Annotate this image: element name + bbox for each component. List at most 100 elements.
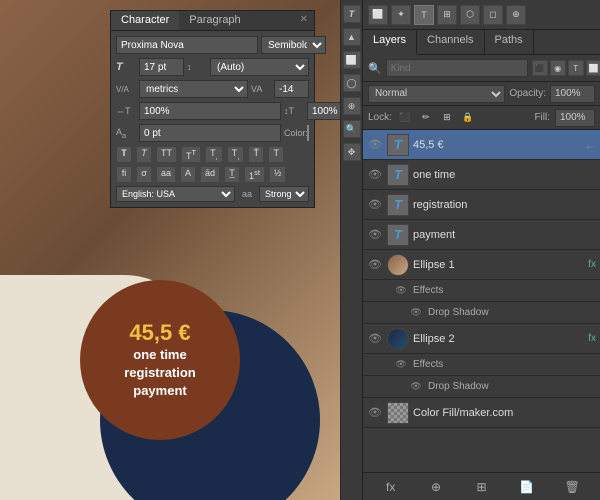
color-swatch[interactable] bbox=[307, 125, 309, 141]
top-icon-6[interactable]: ◻ bbox=[483, 5, 503, 25]
char-panel-body: Semibold T ↕ (Auto) V/A metrics VA bbox=[111, 31, 314, 207]
layer-visibility-toggle[interactable]: 👁 bbox=[367, 405, 383, 421]
tool-crop[interactable]: ⊕ bbox=[343, 97, 361, 115]
filter-pixel[interactable]: ⬛ bbox=[532, 60, 548, 76]
glyph-sigma[interactable]: σ bbox=[136, 166, 152, 183]
style-subscript1[interactable]: T, bbox=[205, 146, 223, 163]
style-italic[interactable]: T bbox=[136, 146, 152, 163]
layer-visibility-toggle[interactable]: 👁 bbox=[367, 197, 383, 213]
add-mask-btn[interactable]: ⊕ bbox=[426, 477, 446, 497]
style-bold[interactable]: T bbox=[116, 146, 132, 163]
sublayer-eye[interactable]: 👁 bbox=[408, 305, 424, 321]
layer-visibility-toggle[interactable]: 👁 bbox=[367, 227, 383, 243]
tool-rect[interactable]: ⬜ bbox=[343, 51, 361, 69]
font-size-input[interactable] bbox=[139, 58, 184, 76]
opacity-input[interactable] bbox=[550, 85, 595, 103]
style-tt[interactable]: TT bbox=[156, 146, 177, 163]
tab-channels[interactable]: Channels bbox=[417, 30, 484, 54]
layer-item[interactable]: 👁 Ellipse 2 fx bbox=[363, 324, 600, 354]
style-subscript2[interactable]: T, bbox=[227, 146, 245, 163]
layer-visibility-toggle[interactable]: 👁 bbox=[367, 331, 383, 347]
layer-name: Color Fill/maker.com bbox=[413, 407, 596, 419]
layer-visibility-toggle[interactable]: 👁 bbox=[367, 257, 383, 273]
tool-move[interactable]: ✥ bbox=[343, 143, 361, 161]
aa-select[interactable]: Strong bbox=[259, 186, 309, 202]
glyph-ad[interactable]: ād bbox=[200, 166, 220, 183]
glyph-A[interactable]: A bbox=[180, 166, 196, 183]
style-caps[interactable]: T̄ bbox=[248, 146, 264, 163]
style-superscript[interactable]: TT bbox=[181, 146, 201, 163]
layer-item[interactable]: 👁 Ellipse 1 fx bbox=[363, 250, 600, 280]
char-tab-paragraph[interactable]: Paragraph bbox=[179, 11, 250, 30]
filter-adjust[interactable]: ◉ bbox=[550, 60, 566, 76]
effects-sublayer-2: 👁 Effects bbox=[363, 354, 600, 376]
glyph-fi[interactable]: fi bbox=[116, 166, 132, 183]
font-name-input[interactable] bbox=[116, 36, 258, 54]
filter-type[interactable]: T bbox=[568, 60, 584, 76]
top-icon-5[interactable]: ⬡ bbox=[460, 5, 480, 25]
sublayer-eye[interactable]: 👁 bbox=[393, 357, 409, 373]
top-icon-3[interactable]: T bbox=[414, 5, 434, 25]
layer-visibility-toggle[interactable]: 👁 bbox=[367, 137, 383, 153]
tool-shape[interactable]: ▲ bbox=[343, 28, 361, 46]
language-select[interactable]: English: USA bbox=[116, 186, 235, 202]
add-style-btn[interactable]: fx bbox=[381, 477, 401, 497]
sublayer-eye[interactable]: 👁 bbox=[408, 379, 424, 395]
glyph-aa[interactable]: aa bbox=[156, 166, 176, 183]
lock-pixels-btn[interactable]: ⬛ bbox=[397, 110, 413, 126]
fill-input[interactable] bbox=[555, 109, 595, 127]
layer-thumbnail bbox=[387, 254, 409, 276]
style-smallcaps[interactable]: T bbox=[268, 146, 284, 163]
layer-name: registration bbox=[413, 199, 596, 211]
layer-item[interactable]: 👁 T 45,5 € ← bbox=[363, 130, 600, 160]
sublayer-eye[interactable]: 👁 bbox=[393, 283, 409, 299]
right-panel: ⬜ ✦ T ⊞ ⬡ ◻ ⊕ Layers Channels Paths 🔍 ⬛ … bbox=[362, 0, 600, 500]
layer-name: Ellipse 2 bbox=[413, 333, 586, 345]
price-line1: one time bbox=[133, 346, 186, 364]
layers-search-input[interactable] bbox=[386, 59, 528, 77]
scale-v-input[interactable] bbox=[307, 102, 340, 120]
new-group-btn[interactable]: ⊞ bbox=[471, 477, 491, 497]
scale-h-input[interactable] bbox=[139, 102, 281, 120]
layer-thumbnail: T bbox=[387, 224, 409, 246]
top-icon-1[interactable]: ⬜ bbox=[368, 5, 388, 25]
layer-item[interactable]: 👁 T one time bbox=[363, 160, 600, 190]
glyph-half[interactable]: ½ bbox=[269, 166, 287, 183]
layer-thumbnail: T bbox=[387, 164, 409, 186]
glyph-T[interactable]: T̲ bbox=[224, 166, 240, 183]
layer-visibility-toggle[interactable]: 👁 bbox=[367, 167, 383, 183]
top-icon-7[interactable]: ⊕ bbox=[506, 5, 526, 25]
tool-zoom[interactable]: 🔍 bbox=[343, 120, 361, 138]
glyph-1st[interactable]: 1st bbox=[244, 166, 265, 183]
font-style-select[interactable]: Semibold bbox=[261, 36, 326, 54]
delete-layer-btn[interactable]: 🗑 bbox=[562, 477, 582, 497]
layer-item[interactable]: 👁 T registration bbox=[363, 190, 600, 220]
blend-mode-select[interactable]: Normal bbox=[368, 85, 505, 103]
tool-type[interactable]: T bbox=[343, 5, 361, 23]
char-panel-close[interactable]: ✕ bbox=[294, 11, 314, 30]
char-tab-character[interactable]: Character bbox=[111, 11, 179, 30]
tool-ellipse[interactable]: ◯ bbox=[343, 74, 361, 92]
tracking-select[interactable]: metrics bbox=[139, 80, 248, 98]
filter-shape[interactable]: ⬜ bbox=[586, 60, 600, 76]
top-icon-4[interactable]: ⊞ bbox=[437, 5, 457, 25]
layer-thumbnail: T bbox=[387, 134, 409, 156]
glyph-icons-row: fi σ aa A ād T̲ 1st ½ bbox=[116, 166, 309, 183]
layer-item[interactable]: 👁 Color Fill/maker.com bbox=[363, 398, 600, 428]
kerning-label: VA bbox=[251, 84, 271, 94]
kerning-input[interactable] bbox=[274, 80, 309, 98]
lock-row: Lock: ⬛ ✏ ⊞ 🔒 Fill: bbox=[363, 106, 600, 130]
vertical-toolbar: T ▲ ⬜ ◯ ⊕ 🔍 ✥ bbox=[340, 0, 362, 500]
lock-all-btn[interactable]: 🔒 bbox=[460, 110, 476, 126]
font-size-icon: T bbox=[116, 61, 136, 73]
baseline-input[interactable] bbox=[139, 124, 281, 142]
lock-position-btn[interactable]: ✏ bbox=[418, 110, 434, 126]
leading-select[interactable]: (Auto) bbox=[210, 58, 309, 76]
top-icon-2[interactable]: ✦ bbox=[391, 5, 411, 25]
lock-transform-btn[interactable]: ⊞ bbox=[439, 110, 455, 126]
layer-name: one time bbox=[413, 169, 596, 181]
tab-paths[interactable]: Paths bbox=[485, 30, 534, 54]
tab-layers[interactable]: Layers bbox=[363, 30, 417, 55]
layer-item[interactable]: 👁 T payment bbox=[363, 220, 600, 250]
new-layer-btn[interactable]: 📄 bbox=[517, 477, 537, 497]
